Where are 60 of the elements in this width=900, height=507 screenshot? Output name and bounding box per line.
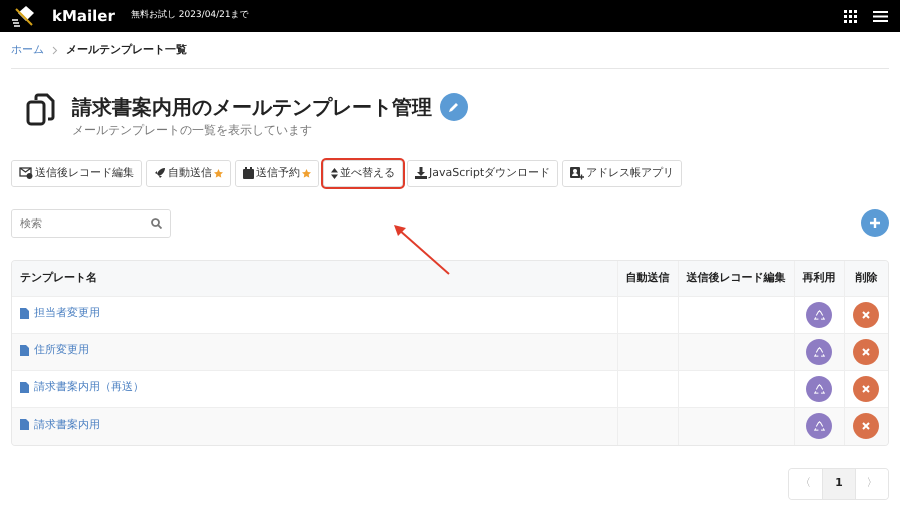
- close-icon: [862, 385, 870, 393]
- add-button[interactable]: [861, 209, 889, 237]
- edit-button[interactable]: [440, 93, 468, 121]
- reuse-button[interactable]: [806, 339, 832, 365]
- breadcrumb-current: メールテンプレート一覧: [66, 42, 187, 58]
- toolbar-button[interactable]: 並べ替える: [323, 160, 403, 186]
- copy-icon: [26, 93, 56, 127]
- sort-icon: [331, 168, 338, 179]
- contact-card-icon: [570, 166, 584, 180]
- download-icon: [415, 167, 427, 180]
- envelope-check-icon: [19, 167, 33, 180]
- calendar-icon: [243, 167, 254, 180]
- page-subtitle: メールテンプレートの一覧を表示しています: [72, 122, 313, 139]
- delete-button[interactable]: [853, 302, 880, 328]
- brand-name[interactable]: kMailer: [52, 4, 115, 28]
- menu-icon[interactable]: [873, 10, 888, 22]
- template-link[interactable]: 担当者変更用: [20, 305, 100, 322]
- column-header: 送信後レコード編集: [678, 260, 794, 296]
- recycle-icon: [814, 420, 824, 432]
- chevron-icon: [52, 46, 58, 54]
- page-button[interactable]: 1: [822, 468, 855, 498]
- page-title: 請求書案内用のメールテンプレート管理: [72, 95, 432, 119]
- search-field[interactable]: 検索: [11, 208, 171, 238]
- template-link[interactable]: 請求書案内用（再送）: [20, 379, 144, 396]
- toolbar-button[interactable]: 送信予約: [235, 160, 319, 186]
- pencil-icon: [448, 101, 460, 113]
- delete-button[interactable]: [853, 339, 880, 365]
- search-icon: [151, 218, 162, 228]
- close-icon: [862, 348, 870, 356]
- close-icon: [862, 311, 870, 319]
- template-link[interactable]: 請求書案内用: [20, 416, 100, 434]
- reuse-button[interactable]: [806, 302, 832, 328]
- file-icon: [20, 308, 29, 320]
- column-header: テンプレート名: [12, 260, 617, 296]
- annotation-arrow: [392, 224, 452, 276]
- recycle-icon: [814, 346, 824, 358]
- close-icon: [862, 422, 870, 430]
- toolbar-button[interactable]: 送信後レコード編集: [11, 160, 142, 186]
- file-icon: [20, 345, 29, 356]
- apps-grid-icon[interactable]: [844, 10, 857, 22]
- toolbar-button[interactable]: 自動送信: [146, 160, 231, 186]
- column-header: 削除: [844, 260, 888, 296]
- file-icon: [20, 419, 29, 430]
- recycle-icon: [814, 310, 824, 320]
- plus-icon: [870, 218, 880, 228]
- column-header: 自動送信: [617, 260, 678, 296]
- toolbar-button[interactable]: JavaScriptダウンロード: [407, 160, 558, 186]
- recycle-icon: [814, 384, 824, 394]
- file-icon: [20, 382, 29, 394]
- breadcrumb-link[interactable]: ホーム: [11, 42, 44, 58]
- reuse-button[interactable]: [806, 413, 832, 440]
- template-link[interactable]: 住所変更用: [20, 342, 89, 359]
- column-header: 再利用: [794, 260, 844, 296]
- rocket-icon: [154, 167, 166, 180]
- trial-notice: 無料お試し 2023/04/21まで: [130, 9, 249, 22]
- reuse-button[interactable]: [806, 376, 832, 402]
- delete-button[interactable]: [853, 413, 880, 440]
- logo-icon: [12, 5, 36, 27]
- delete-button[interactable]: [853, 376, 880, 402]
- toolbar-button[interactable]: アドレス帳アプリ: [562, 160, 682, 186]
